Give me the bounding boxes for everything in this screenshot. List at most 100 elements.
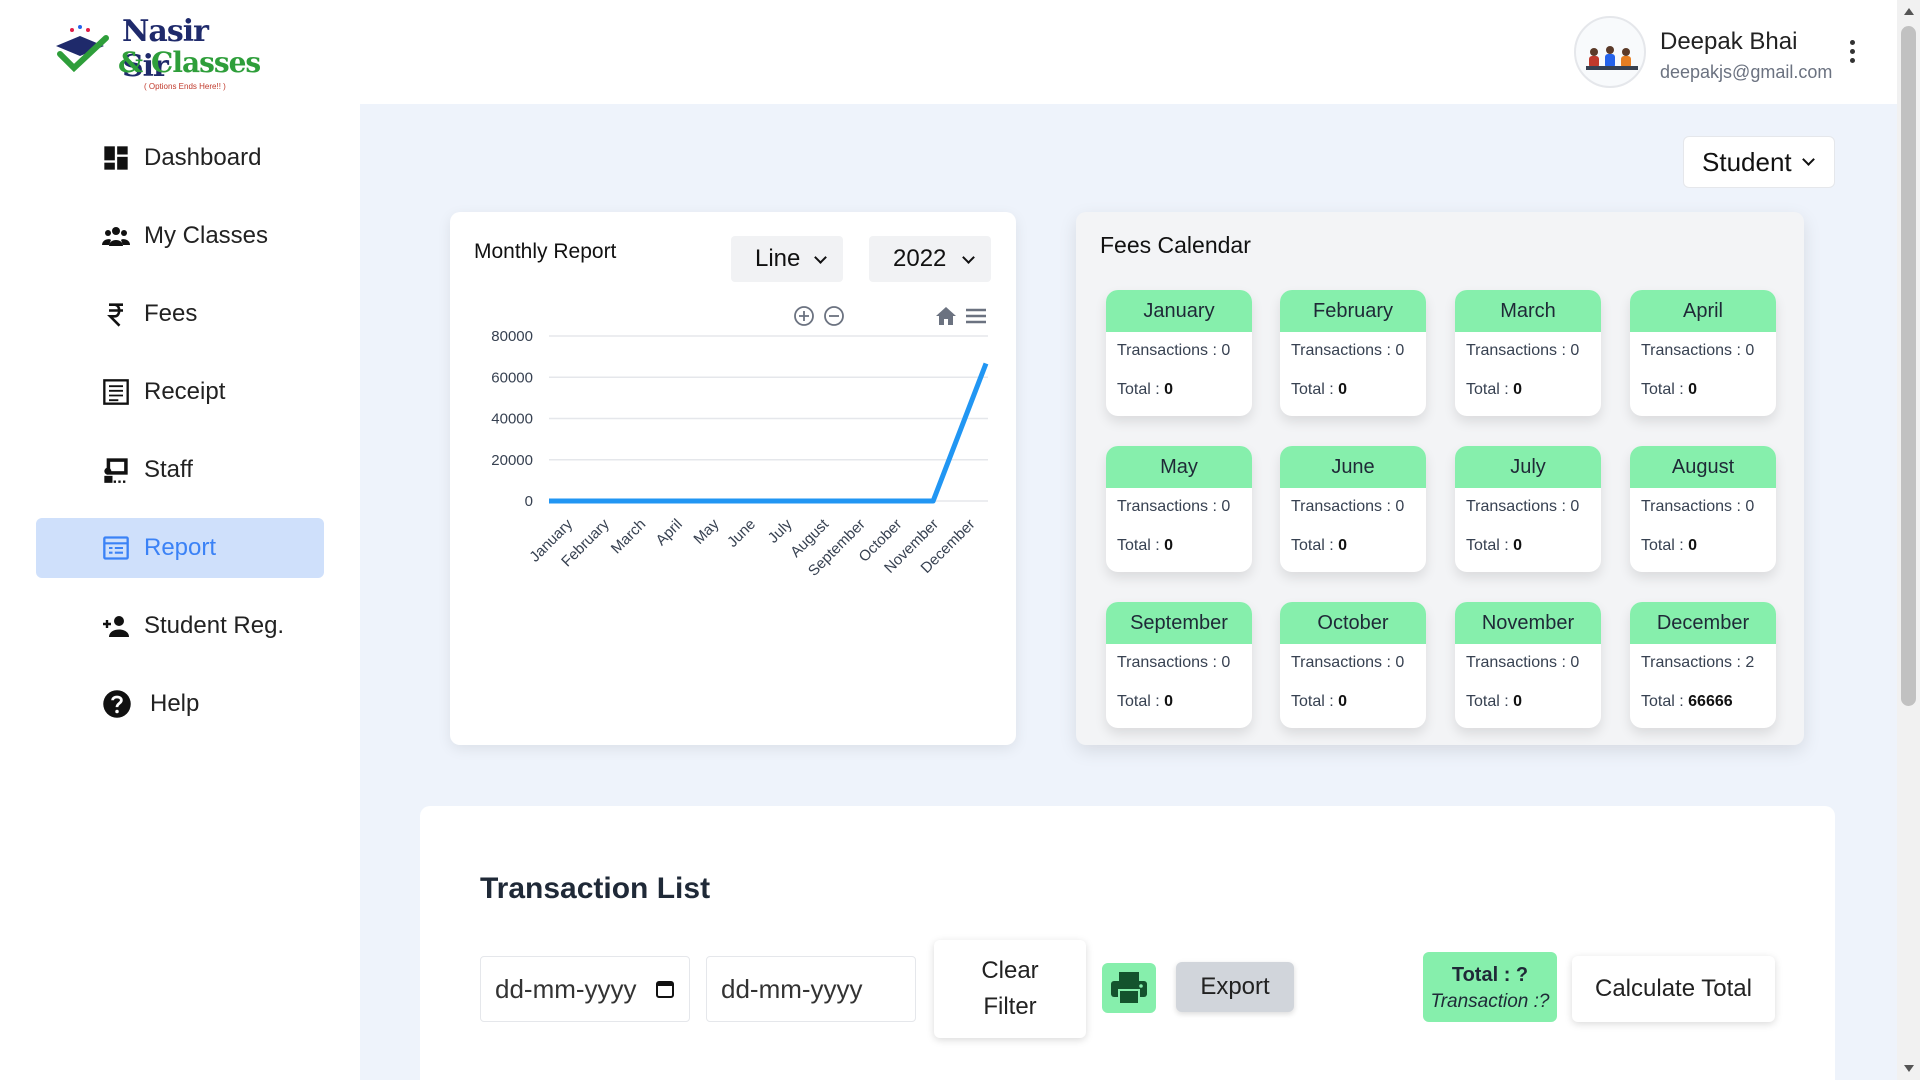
sidebar-item-label: Report [144, 534, 217, 561]
to-date-placeholder: dd-mm-yyyy [721, 973, 863, 1004]
sidebar-item-student-reg[interactable]: Student Reg. [36, 596, 324, 656]
transactions-count: 0 [1395, 498, 1405, 515]
month-total: Total : 0 [1291, 537, 1347, 555]
month-transactions: Transactions : 0 [1291, 342, 1404, 360]
total-value: 0 [1338, 693, 1348, 710]
month-total: Total : 0 [1466, 537, 1522, 555]
transactions-label: Transactions : [1291, 498, 1396, 515]
export-button[interactable]: Export [1176, 962, 1294, 1012]
scrollbar-thumb[interactable] [1901, 26, 1916, 706]
total-value: 0 [1513, 537, 1523, 554]
month-transactions: Transactions : 0 [1291, 654, 1404, 672]
more-options-icon[interactable] [1846, 40, 1858, 68]
sidebar-item-staff[interactable]: Staff [36, 440, 324, 500]
sidebar-item-fees[interactable]: Fees [36, 284, 324, 344]
month-name: September [1106, 602, 1252, 644]
monthly-report-card: Monthly Report Line 2022 0 20000 40000 6000… [450, 212, 1016, 745]
month-total: Total : 0 [1466, 381, 1522, 399]
total-label: Total : [1641, 537, 1689, 554]
transactions-label: Transactions : [1466, 654, 1571, 671]
y-tick-label: 20000 [491, 452, 533, 469]
x-tick-label: June [724, 516, 759, 551]
sidebar-item-report[interactable]: Report [36, 518, 324, 578]
transactions-label: Transactions : [1641, 654, 1746, 671]
total-label: Total : [1291, 537, 1339, 554]
sidebar-item-dashboard[interactable]: Dashboard [36, 128, 324, 188]
month-transactions: Transactions : 0 [1117, 654, 1230, 672]
transactions-label: Transactions : [1117, 498, 1222, 515]
to-date-input[interactable]: dd-mm-yyyy [706, 956, 916, 1022]
from-date-input[interactable]: dd-mm-yyyy [480, 956, 690, 1022]
transactions-count: 0 [1221, 498, 1231, 515]
printer-icon [1111, 972, 1147, 1005]
month-total: Total : 0 [1117, 537, 1173, 555]
transactions-count: 0 [1570, 342, 1580, 359]
brand-tagline: ( Options Ends Here!! ) [144, 82, 226, 91]
brand-line2: & Classes [118, 46, 261, 79]
month-total: Total : 0 [1117, 381, 1173, 399]
sidebar-item-label: Help [150, 690, 200, 717]
monthly-report-chart: 020000400006000080000JanuaryFebruaryMarc… [491, 328, 989, 580]
month-transactions: Transactions : 0 [1291, 498, 1404, 516]
transactions-count: 0 [1395, 342, 1405, 359]
receipt-icon [103, 379, 129, 405]
month-card-may: May Transactions : 0 Total : 0 [1106, 446, 1252, 572]
print-button[interactable] [1102, 963, 1156, 1013]
role-select-value: Student [1702, 146, 1792, 177]
transactions-count: 0 [1745, 342, 1755, 359]
month-name: January [1106, 290, 1252, 332]
scroll-down-icon[interactable] [1904, 1065, 1914, 1072]
month-total: Total : 0 [1641, 537, 1697, 555]
from-date-placeholder: dd-mm-yyyy [495, 973, 637, 1004]
month-card-june: June Transactions : 0 Total : 0 [1280, 446, 1426, 572]
total-transactions: Transaction :? [1430, 991, 1550, 1012]
brand-logo[interactable]: Nasir Sir & Classes ( Options Ends Here!… [52, 12, 262, 94]
sidebar-item-label: Student Reg. [144, 612, 285, 639]
transactions-label: Transactions : [1291, 342, 1396, 359]
total-amount: Total : ? [1451, 964, 1529, 986]
sidebar: Nasir Sir & Classes ( Options Ends Here!… [0, 0, 360, 1080]
x-tick-label: March [608, 516, 649, 557]
transactions-count: 0 [1395, 654, 1405, 671]
month-name: November [1455, 602, 1601, 644]
total-value: 0 [1513, 381, 1523, 398]
calculate-total-button[interactable]: Calculate Total [1572, 956, 1775, 1022]
month-total: Total : 0 [1117, 693, 1173, 711]
month-total: Total : 0 [1291, 693, 1347, 711]
month-name: July [1455, 446, 1601, 488]
transactions-label: Transactions : [1466, 498, 1571, 515]
sidebar-item-receipt[interactable]: Receipt [36, 362, 324, 422]
transactions-label: Transactions : [1117, 342, 1222, 359]
x-tick-label: May [690, 515, 722, 547]
total-label: Total : [1466, 381, 1514, 398]
sidebar-item-label: My Classes [144, 222, 269, 249]
month-name: August [1630, 446, 1776, 488]
series-line [549, 362, 989, 504]
x-tick-label: April [653, 516, 686, 549]
month-transactions: Transactions : 0 [1117, 498, 1230, 516]
sidebar-item-my-classes[interactable]: My Classes [36, 206, 324, 266]
transactions-count: 2 [1745, 654, 1755, 671]
y-tick-label: 40000 [491, 411, 533, 428]
sidebar-item-help[interactable]: Help [36, 674, 324, 734]
month-transactions: Transactions : 2 [1641, 654, 1754, 672]
user-name: Deepak Bhai [1660, 28, 1798, 55]
scroll-up-icon[interactable] [1904, 8, 1914, 15]
page-scrollbar[interactable] [1897, 0, 1920, 1080]
month-card-december: December Transactions : 2 Total : 66666 [1630, 602, 1776, 728]
role-select[interactable]: Student [1683, 136, 1835, 188]
total-label: Total : [1117, 381, 1165, 398]
transactions-label: Transactions : [1466, 342, 1571, 359]
sidebar-nav: Dashboard My Classes Fees Receipt Staff … [36, 128, 324, 752]
total-label: Total : [1641, 693, 1689, 710]
clear-filter-button[interactable]: Clear Filter [934, 940, 1086, 1038]
transactions-label: Transactions : [1291, 654, 1396, 671]
y-tick-label: 80000 [491, 328, 533, 345]
calendar-icon[interactable] [655, 979, 675, 999]
total-label: Total : [1117, 537, 1165, 554]
total-value: 0 [1164, 381, 1174, 398]
avatar[interactable] [1574, 16, 1646, 88]
total-value: 0 [1688, 537, 1698, 554]
month-total: Total : 0 [1291, 381, 1347, 399]
add-user-icon [103, 616, 129, 637]
